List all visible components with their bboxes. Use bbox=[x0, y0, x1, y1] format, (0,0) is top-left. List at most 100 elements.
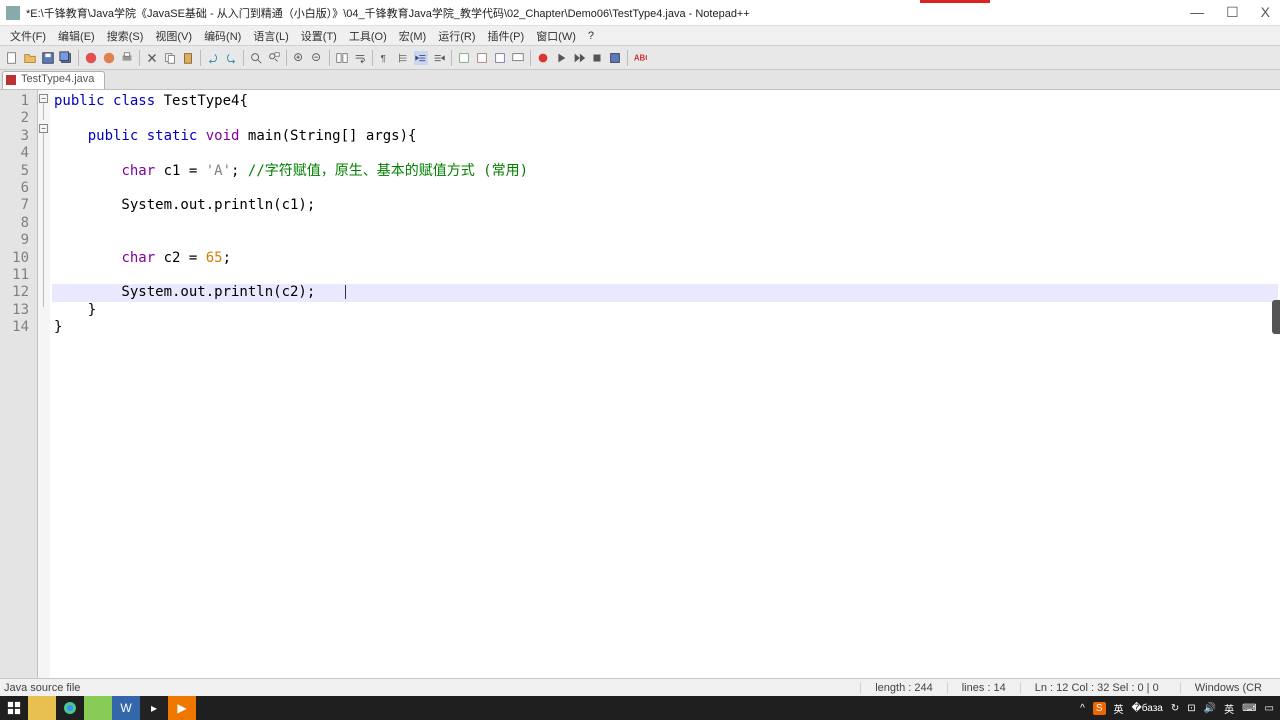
svg-text:¶: ¶ bbox=[381, 53, 386, 64]
save-icon[interactable] bbox=[40, 50, 56, 66]
record-icon[interactable] bbox=[535, 50, 551, 66]
copy-icon[interactable] bbox=[162, 50, 178, 66]
open-file-icon[interactable] bbox=[22, 50, 38, 66]
code-line[interactable] bbox=[52, 215, 1278, 232]
menu-item[interactable]: ? bbox=[582, 28, 600, 44]
print-icon[interactable] bbox=[119, 50, 135, 66]
code-line[interactable]: char c2 = 65; bbox=[52, 250, 1278, 267]
code-line[interactable]: char c1 = 'A'; //字符赋值，原生、基本的赋值方式 (常用) bbox=[52, 163, 1278, 180]
menu-item[interactable]: 插件(P) bbox=[482, 26, 531, 46]
editor[interactable]: 1234567891011121314 −− public class Test… bbox=[0, 90, 1280, 680]
minimize-button[interactable]: — bbox=[1186, 4, 1208, 21]
spellcheck-icon[interactable]: ABC bbox=[632, 50, 648, 66]
tab-label: TestType4.java bbox=[21, 73, 94, 85]
fold-column[interactable]: −− bbox=[38, 90, 50, 680]
indent-less-icon[interactable] bbox=[413, 50, 429, 66]
code-line[interactable]: System.out.println(c1); bbox=[52, 197, 1278, 214]
sync-scroll-icon[interactable] bbox=[334, 50, 350, 66]
code-line[interactable] bbox=[52, 180, 1278, 197]
folder-view-icon[interactable] bbox=[492, 50, 508, 66]
monitor-icon[interactable] bbox=[510, 50, 526, 66]
zoom-in-icon[interactable] bbox=[291, 50, 307, 66]
wrap-icon[interactable] bbox=[352, 50, 368, 66]
save-all-icon[interactable] bbox=[58, 50, 74, 66]
redo-icon[interactable] bbox=[223, 50, 239, 66]
code-line[interactable]: } bbox=[52, 302, 1278, 319]
system-tray[interactable]: ^ S 英 �база ↻ ⊡ 🔊 英 ⌨ ▭ bbox=[1080, 701, 1280, 716]
undo-icon[interactable] bbox=[205, 50, 221, 66]
toolbar-separator bbox=[329, 50, 330, 66]
code-line[interactable] bbox=[52, 145, 1278, 162]
location-icon[interactable]: �база bbox=[1132, 703, 1163, 714]
keyboard-icon[interactable]: ⌨ bbox=[1242, 703, 1256, 714]
menu-item[interactable]: 运行(R) bbox=[432, 26, 481, 46]
start-button[interactable] bbox=[0, 696, 28, 720]
action-center-icon[interactable]: ▭ bbox=[1265, 703, 1274, 714]
paste-icon[interactable] bbox=[180, 50, 196, 66]
menu-item[interactable]: 设置(T) bbox=[295, 26, 343, 46]
toolbar-separator bbox=[139, 50, 140, 66]
maximize-button[interactable]: ☐ bbox=[1222, 4, 1243, 21]
status-filetype: Java source file bbox=[4, 682, 860, 694]
stop-icon[interactable] bbox=[589, 50, 605, 66]
menu-item[interactable]: 工具(O) bbox=[343, 26, 393, 46]
find-icon[interactable] bbox=[248, 50, 264, 66]
code-line[interactable]: public class TestType4{ bbox=[52, 93, 1278, 110]
code-line[interactable] bbox=[52, 267, 1278, 284]
window-title: *E:\千锋教育\Java学院《JavaSE基础 - 从入门到精通（小白版）》\… bbox=[26, 5, 1186, 21]
save-macro-icon[interactable] bbox=[607, 50, 623, 66]
play-icon[interactable] bbox=[553, 50, 569, 66]
wps-icon[interactable]: W bbox=[112, 696, 140, 720]
indent-guide-icon[interactable] bbox=[395, 50, 411, 66]
function-list-icon[interactable] bbox=[456, 50, 472, 66]
file-tab[interactable]: TestType4.java bbox=[2, 71, 105, 89]
menu-item[interactable]: 编码(N) bbox=[198, 26, 247, 46]
code-line[interactable]: } bbox=[52, 319, 1278, 336]
terminal-icon[interactable]: ▸ bbox=[140, 696, 168, 720]
toolbar-separator bbox=[451, 50, 452, 66]
menu-item[interactable]: 视图(V) bbox=[149, 26, 198, 46]
show-all-chars-icon[interactable]: ¶ bbox=[377, 50, 393, 66]
new-file-icon[interactable] bbox=[4, 50, 20, 66]
media-icon[interactable]: ▶ bbox=[168, 696, 196, 720]
side-handle[interactable] bbox=[1272, 300, 1280, 334]
taskbar: W ▸ ▶ ^ S 英 �база ↻ ⊡ 🔊 英 ⌨ ▭ bbox=[0, 696, 1280, 720]
toolbar-separator bbox=[627, 50, 628, 66]
explorer-icon[interactable] bbox=[28, 696, 56, 720]
indent-more-icon[interactable] bbox=[431, 50, 447, 66]
menu-item[interactable]: 语言(L) bbox=[247, 26, 294, 46]
volume-icon[interactable]: 🔊 bbox=[1204, 703, 1216, 714]
play-multi-icon[interactable] bbox=[571, 50, 587, 66]
ime-badge[interactable]: S bbox=[1093, 702, 1106, 715]
menu-item[interactable]: 搜索(S) bbox=[101, 26, 150, 46]
titlebar: *E:\千锋教育\Java学院《JavaSE基础 - 从入门到精通（小白版）》\… bbox=[0, 0, 1280, 26]
menubar: 文件(F)编辑(E)搜索(S)视图(V)编码(N)语言(L)设置(T)工具(O)… bbox=[0, 26, 1280, 46]
menu-item[interactable]: 编辑(E) bbox=[52, 26, 101, 46]
code-line[interactable]: public static void main(String[] args){ bbox=[52, 128, 1278, 145]
code-line[interactable] bbox=[52, 110, 1278, 127]
menu-item[interactable]: 宏(M) bbox=[393, 26, 433, 46]
code-area[interactable]: public class TestType4{ public static vo… bbox=[50, 90, 1280, 680]
doc-map-icon[interactable] bbox=[474, 50, 490, 66]
code-line[interactable]: System.out.println(c2); bbox=[52, 284, 1278, 301]
network-icon[interactable]: ⊡ bbox=[1187, 703, 1195, 714]
toolbar-separator bbox=[286, 50, 287, 66]
menu-item[interactable]: 文件(F) bbox=[4, 26, 52, 46]
replace-icon[interactable] bbox=[266, 50, 282, 66]
code-line[interactable] bbox=[52, 232, 1278, 249]
close-all-icon[interactable] bbox=[101, 50, 117, 66]
zoom-out-icon[interactable] bbox=[309, 50, 325, 66]
menu-item[interactable]: 窗口(W) bbox=[530, 26, 582, 46]
chrome-icon[interactable] bbox=[56, 696, 84, 720]
tabbar: TestType4.java bbox=[0, 70, 1280, 90]
status-position: Ln : 12 Col : 32 Sel : 0 | 0 bbox=[1020, 682, 1180, 694]
sync-icon[interactable]: ↻ bbox=[1171, 703, 1179, 714]
tray-expand-icon[interactable]: ^ bbox=[1080, 703, 1085, 714]
notepadpp-icon[interactable] bbox=[84, 696, 112, 720]
close-file-icon[interactable] bbox=[83, 50, 99, 66]
status-length: length : 244 bbox=[860, 682, 947, 694]
cut-icon[interactable] bbox=[144, 50, 160, 66]
ime-lang[interactable]: 英 bbox=[1114, 701, 1124, 716]
ime-dir[interactable]: 英 bbox=[1224, 701, 1234, 716]
close-button[interactable]: X bbox=[1257, 4, 1274, 21]
